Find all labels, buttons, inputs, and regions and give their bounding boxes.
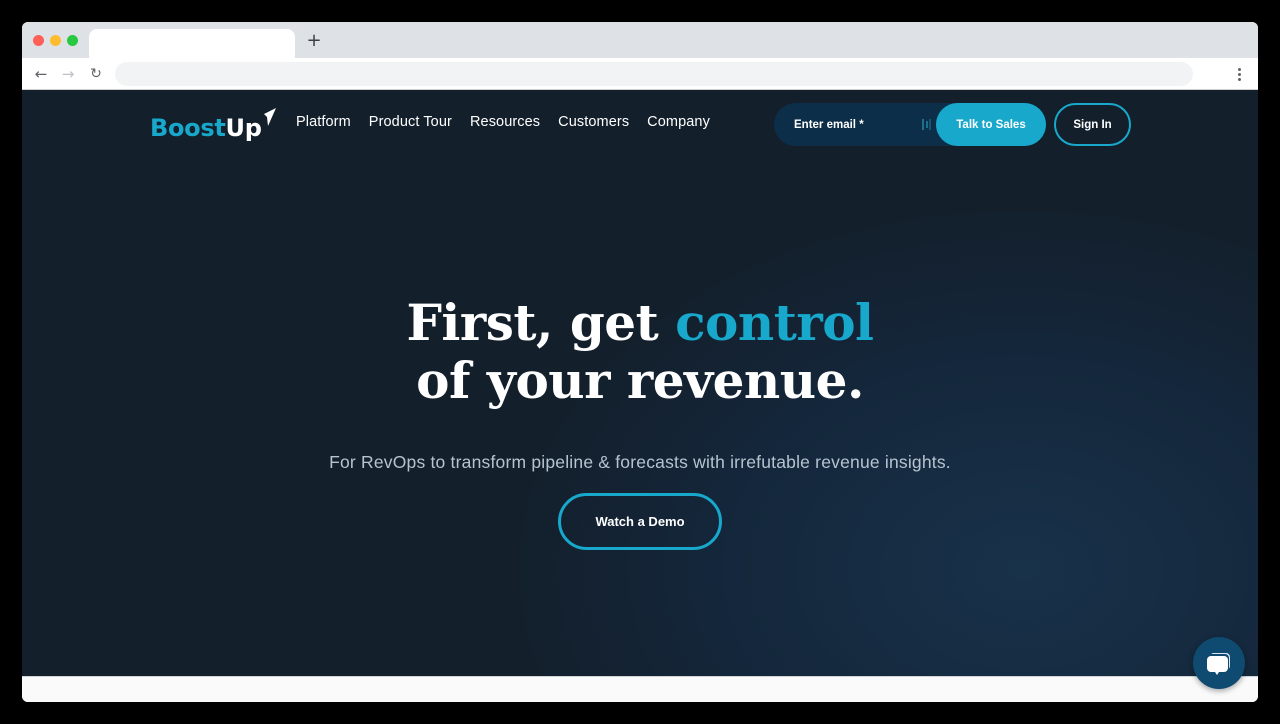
talk-to-sales-button[interactable]: Talk to Sales: [936, 103, 1046, 146]
maximize-window-button[interactable]: [67, 35, 78, 46]
hero-title-accent: control: [675, 293, 874, 352]
hero-title: First, get control of your revenue.: [22, 294, 1258, 410]
arrow-left-icon: ←: [34, 65, 48, 83]
browser-menu-button[interactable]: [1234, 64, 1244, 84]
boostup-logo[interactable]: Boost Up: [150, 108, 276, 142]
dot: [1237, 72, 1241, 76]
vertical-dots-icon: [1237, 67, 1241, 71]
nav-company[interactable]: Company: [647, 114, 710, 130]
nav-resources[interactable]: Resources: [470, 114, 540, 130]
reload-button[interactable]: ↻: [86, 64, 106, 84]
password-manager-icon: [922, 119, 931, 130]
chat-launcher-button[interactable]: [1193, 637, 1245, 689]
browser-window: + ← → ↻ Boost Up Platform Product Tour R…: [22, 22, 1258, 702]
nav-customers[interactable]: Customers: [558, 114, 629, 130]
new-tab-button[interactable]: +: [305, 32, 323, 50]
forward-button[interactable]: →: [58, 64, 78, 84]
arrow-right-icon: →: [61, 65, 75, 83]
email-signup-form: Talk to Sales: [774, 103, 1046, 146]
address-bar[interactable]: [115, 62, 1193, 86]
chat-bubbles-icon: [1207, 653, 1230, 675]
tab-bar: +: [22, 22, 1258, 58]
close-window-button[interactable]: [33, 35, 44, 46]
next-section: [22, 676, 1258, 702]
page-content: Boost Up Platform Product Tour Resources…: [22, 90, 1258, 676]
paper-plane-icon: [263, 108, 276, 126]
hero-title-prefix: First, get: [406, 293, 676, 352]
minimize-window-button[interactable]: [50, 35, 61, 46]
watch-demo-button[interactable]: Watch a Demo: [558, 493, 722, 550]
main-nav: Platform Product Tour Resources Customer…: [296, 114, 710, 130]
reload-icon: ↻: [90, 66, 102, 82]
sign-in-button[interactable]: Sign In: [1054, 103, 1131, 146]
nav-platform[interactable]: Platform: [296, 114, 351, 130]
logo-text-boost: Boost: [150, 114, 226, 142]
dot: [1237, 77, 1241, 81]
browser-toolbar: ← → ↻: [22, 58, 1258, 90]
back-button[interactable]: ←: [31, 64, 51, 84]
hero-subtitle: For RevOps to transform pipeline & forec…: [329, 452, 951, 472]
hero-title-line2: of your revenue.: [416, 351, 864, 410]
logo-text-up: Up: [225, 114, 262, 142]
email-input[interactable]: [794, 103, 924, 146]
browser-tab[interactable]: [89, 29, 295, 58]
nav-product-tour[interactable]: Product Tour: [369, 114, 452, 130]
